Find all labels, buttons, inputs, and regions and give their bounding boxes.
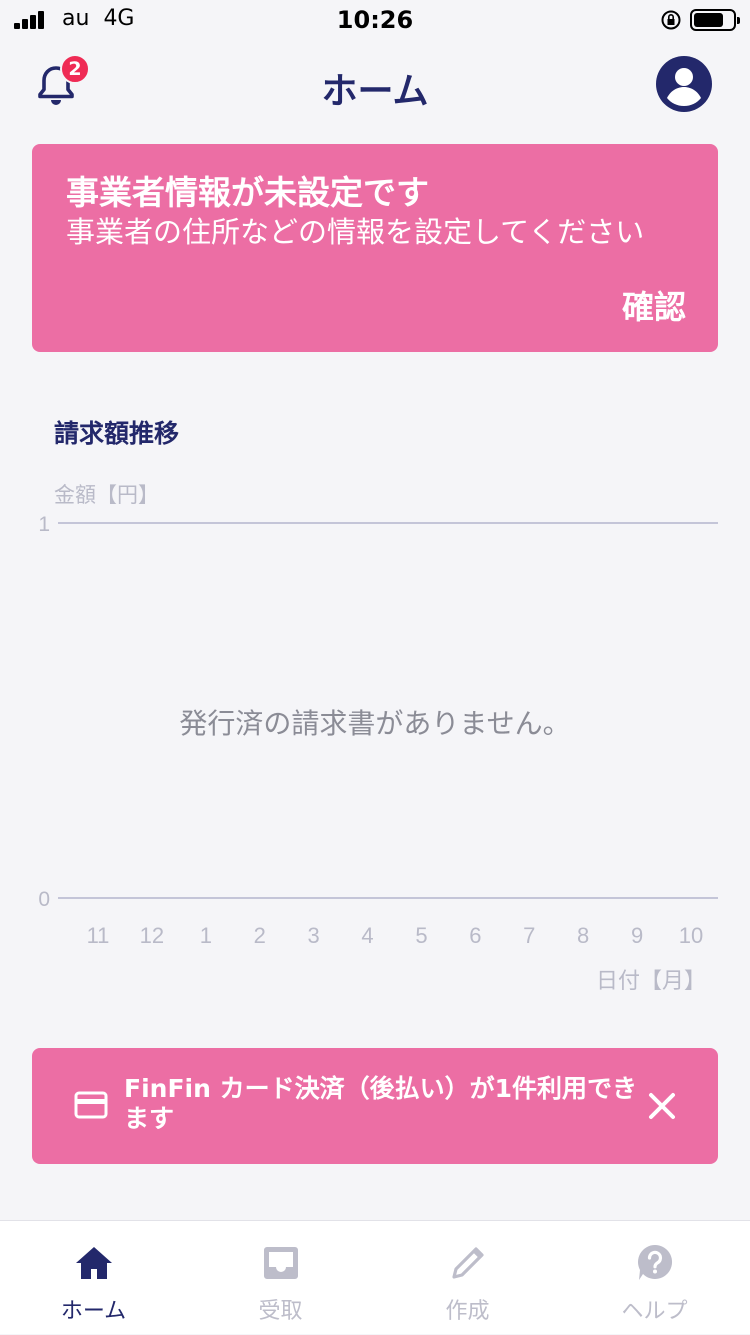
x-tick-label: 10 xyxy=(679,923,703,948)
business-info-alert[interactable]: 事業者情報が未設定です 事業者の住所などの情報を設定してください 確認 xyxy=(32,144,718,352)
x-tick-label: 7 xyxy=(523,923,535,948)
page-title: ホーム xyxy=(321,71,429,112)
y-tick-label: 0 xyxy=(38,888,50,911)
tab-label: 作成 xyxy=(445,1299,490,1324)
tab-help[interactable]: ヘルプ xyxy=(561,1221,748,1335)
rotation-lock-icon xyxy=(661,10,681,30)
banner-text: FinFin カード決済（後払い）が1件利用できます xyxy=(124,1074,637,1133)
app-header: 2 ホーム xyxy=(0,40,750,130)
tab-label: ヘルプ xyxy=(621,1299,688,1324)
card-payment-banner[interactable]: FinFin カード決済（後払い）が1件利用できます xyxy=(32,1048,718,1164)
tab-bar: ホーム 受取 作成 ヘルプ xyxy=(0,1220,750,1334)
x-tick-label: 6 xyxy=(469,923,481,948)
credit-card-icon xyxy=(74,1091,108,1119)
y-tick-label: 1 xyxy=(38,513,50,536)
x-axis-label: 日付【月】 xyxy=(595,969,706,994)
tab-create[interactable]: 作成 xyxy=(374,1221,561,1335)
status-bar: au 4G 10:26 xyxy=(0,0,750,40)
battery-level xyxy=(694,13,723,27)
chart-title: 請求額推移 xyxy=(54,419,180,448)
tab-inbox[interactable]: 受取 xyxy=(187,1221,374,1335)
empty-chart-message: 発行済の請求書がありません。 xyxy=(179,707,571,740)
tab-home[interactable]: ホーム xyxy=(0,1221,187,1335)
help-circle-icon xyxy=(638,1245,673,1280)
status-time: 10:26 xyxy=(336,6,414,34)
tab-label: ホーム xyxy=(60,1299,127,1324)
alert-body: 事業者の住所などの情報を設定してください xyxy=(66,215,645,249)
pencil-icon xyxy=(452,1247,484,1279)
x-tick-label: 12 xyxy=(140,923,164,948)
x-tick-label: 4 xyxy=(361,923,373,948)
alert-title: 事業者情報が未設定です xyxy=(66,173,429,212)
x-tick-label: 8 xyxy=(577,923,589,948)
x-tick-label: 9 xyxy=(631,923,643,948)
inbox-icon xyxy=(264,1247,298,1279)
battery-icon xyxy=(690,9,740,31)
account-circle-icon[interactable] xyxy=(654,54,714,114)
x-tick-label: 1 xyxy=(200,923,212,948)
x-tick-label: 2 xyxy=(254,923,266,948)
x-tick-label: 11 xyxy=(87,923,110,948)
x-tick-label: 3 xyxy=(308,923,320,948)
close-icon[interactable] xyxy=(646,1090,678,1122)
x-tick-label: 5 xyxy=(415,923,427,948)
tab-label: 受取 xyxy=(258,1299,303,1324)
confirm-button[interactable]: 確認 xyxy=(622,282,686,328)
home-icon xyxy=(76,1247,112,1279)
